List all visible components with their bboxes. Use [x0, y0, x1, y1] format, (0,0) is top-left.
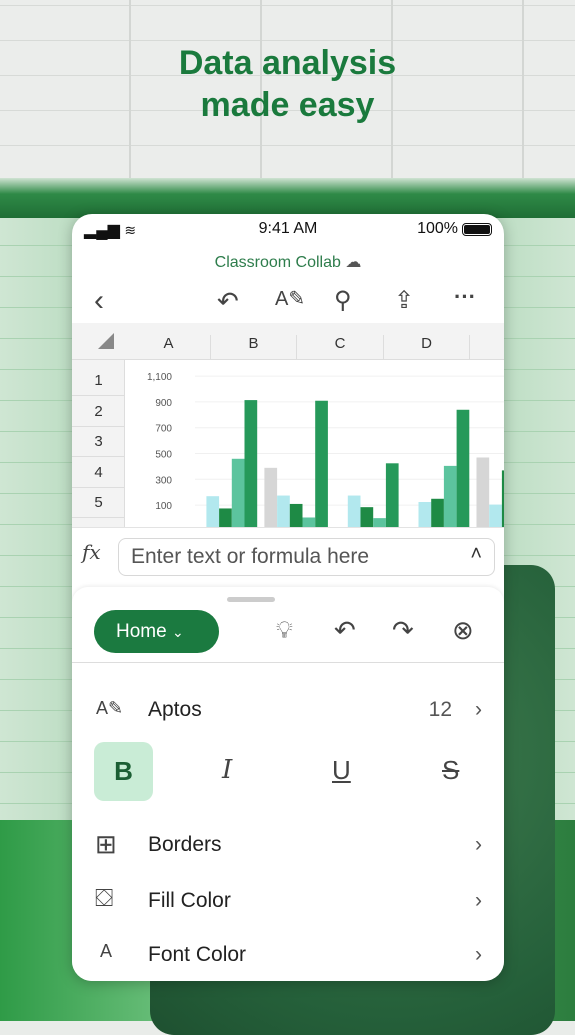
bar: [443, 465, 457, 527]
bar: [315, 400, 328, 527]
font-color-row[interactable]: A Font Color ›: [72, 935, 504, 975]
column-header: A B C D: [72, 323, 504, 360]
font-size[interactable]: 12: [429, 698, 452, 722]
bar: [501, 470, 504, 527]
draw-icon[interactable]: A✎: [275, 286, 305, 311]
drag-handle[interactable]: [227, 597, 275, 602]
chevron-right-icon: ›: [475, 943, 482, 966]
bar: [418, 502, 432, 527]
headline: Data analysis made easy: [178, 44, 397, 124]
column-a[interactable]: A: [127, 335, 211, 360]
row-4[interactable]: 4: [72, 457, 125, 488]
bar-chart[interactable]: 100 300 500 700 900 1,100: [125, 360, 504, 527]
y-tick-label: 900: [155, 398, 172, 409]
bar: [264, 467, 278, 527]
bar: [476, 457, 490, 527]
fill-color-row[interactable]: ⛋ Fill Color ›: [72, 881, 504, 921]
battery-icon: [462, 223, 492, 236]
bar: [277, 495, 290, 527]
ribbon-panel: Home ⌄ 💡︎ ↶ ↷ ⊗ A✎ Aptos 12 › B I U S ⊞ …: [72, 587, 504, 981]
y-tick-label: 300: [155, 475, 172, 486]
strikethrough-button[interactable]: S: [442, 755, 459, 786]
chevron-right-icon: ›: [475, 889, 482, 912]
lightbulb-icon[interactable]: 💡︎: [276, 617, 293, 645]
y-tick-label: 100: [155, 501, 172, 512]
select-all-icon[interactable]: [98, 333, 114, 349]
row-3[interactable]: 3: [72, 426, 125, 457]
more-icon[interactable]: ···: [454, 284, 476, 310]
bar: [360, 507, 374, 527]
bar: [244, 400, 258, 527]
y-tick-label: 500: [155, 450, 172, 461]
y-tick-label: 1,100: [147, 372, 172, 383]
bar: [431, 498, 444, 527]
chevron-right-icon: ›: [475, 833, 482, 856]
column-d[interactable]: D: [384, 335, 470, 360]
home-tab-dropdown[interactable]: Home ⌄: [94, 610, 219, 653]
bar: [456, 409, 470, 527]
search-icon[interactable]: ⚲: [334, 286, 352, 315]
bar: [231, 458, 245, 527]
column-c[interactable]: C: [297, 335, 384, 360]
cloud-saved-icon: ☁: [345, 254, 362, 271]
row-1[interactable]: 1: [72, 365, 125, 396]
font-icon: A✎: [96, 698, 124, 718]
share-icon[interactable]: ⇪: [394, 286, 414, 315]
divider: [72, 662, 504, 663]
chevron-down-icon: ⌄: [171, 624, 184, 640]
bold-button[interactable]: B: [94, 742, 153, 801]
font-name-row[interactable]: A✎ Aptos 12 ›: [72, 690, 504, 730]
borders-icon: ⊞: [95, 829, 117, 859]
chevron-right-icon: ›: [475, 698, 482, 721]
undo-icon[interactable]: ↶: [334, 615, 356, 646]
row-header: 1 2 3 4 5: [72, 360, 125, 527]
background-band: [0, 178, 575, 218]
bar: [302, 517, 316, 527]
bar: [373, 518, 386, 527]
close-icon[interactable]: ⊗: [452, 615, 474, 646]
borders-row[interactable]: ⊞ Borders ›: [72, 825, 504, 865]
undo-icon[interactable]: ↶: [217, 286, 239, 317]
chevron-up-icon[interactable]: ˄: [470, 543, 482, 566]
row-2[interactable]: 2: [72, 396, 125, 427]
font-color-icon: A: [100, 941, 113, 961]
underline-button[interactable]: U: [332, 755, 351, 786]
italic-button[interactable]: I: [222, 755, 232, 785]
row-5[interactable]: 5: [72, 487, 125, 518]
redo-icon[interactable]: ↷: [392, 615, 414, 646]
bar: [219, 508, 232, 527]
bar: [489, 504, 502, 527]
fx-label: fx: [82, 540, 101, 564]
bar: [347, 495, 361, 527]
document-title[interactable]: Classroom Collab ☁: [72, 252, 504, 272]
back-icon[interactable]: ‹: [94, 284, 104, 318]
column-b[interactable]: B: [211, 335, 297, 360]
bar: [206, 496, 220, 527]
bar: [385, 463, 399, 527]
battery-percent: 100%: [417, 220, 458, 237]
formula-input[interactable]: Enter text or formula here ˄: [118, 538, 495, 576]
phone-screen: ▂▄▆ ≋ 9:41 AM 100% Classroom Collab ☁ ‹ …: [72, 214, 504, 981]
y-tick-label: 700: [155, 424, 172, 435]
formula-bar: fx Enter text or formula here ˄: [72, 527, 504, 587]
bar: [289, 503, 303, 527]
fill-bucket-icon: ⛋: [95, 885, 114, 912]
